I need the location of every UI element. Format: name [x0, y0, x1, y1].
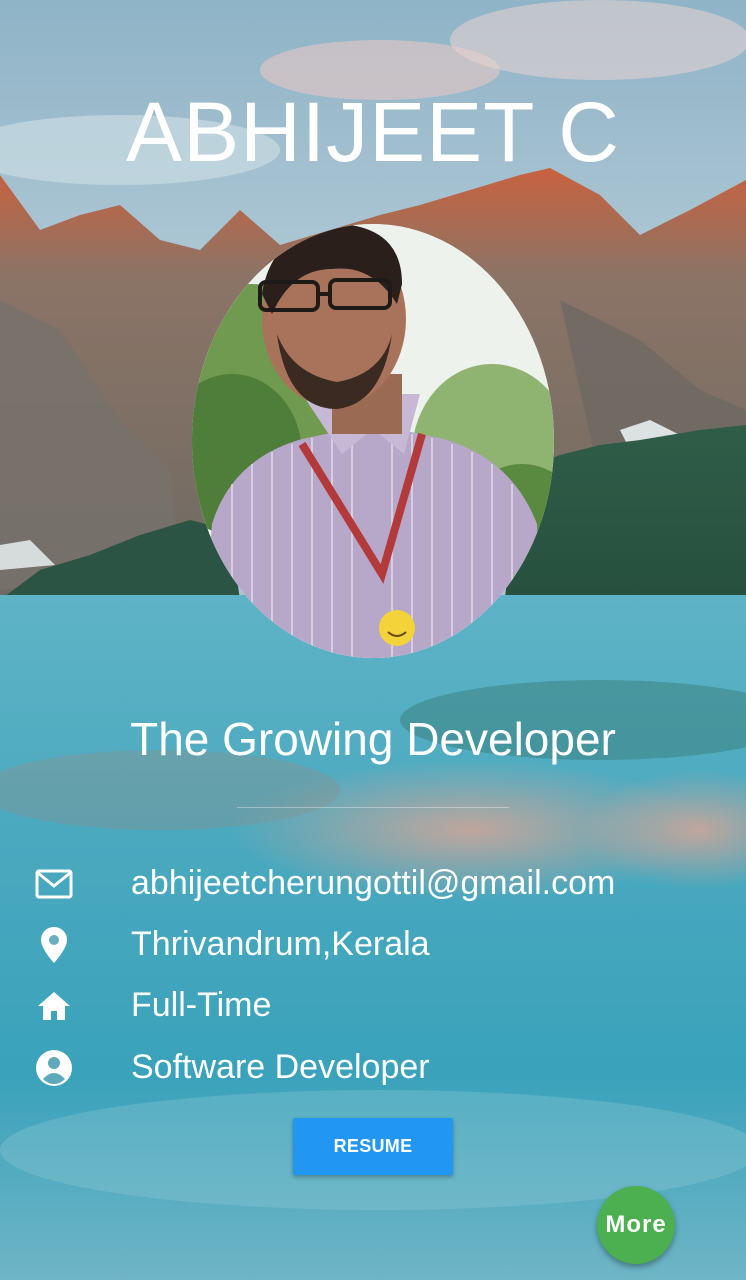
employment-type-row: Full-Time — [0, 980, 746, 1030]
home-icon — [34, 986, 74, 1026]
profile-name: ABHIJEET C — [126, 85, 620, 179]
profile-tagline: The Growing Developer — [130, 713, 616, 765]
location-pin-icon — [34, 925, 74, 965]
contact-location: Thrivandrum,Kerala — [131, 925, 430, 963]
job-role-row: Software Developer — [0, 1042, 746, 1092]
contact-location-row: Thrivandrum,Kerala — [0, 919, 746, 969]
resume-button[interactable]: RESUME — [293, 1118, 453, 1175]
account-circle-icon — [34, 1048, 74, 1088]
profile-avatar — [192, 224, 554, 658]
contact-email-row[interactable]: abhijeetcherungottil@gmail.com — [0, 858, 746, 908]
contact-email[interactable]: abhijeetcherungottil@gmail.com — [131, 858, 615, 908]
profile-photo — [192, 224, 554, 658]
employment-type: Full-Time — [131, 986, 272, 1024]
divider — [237, 807, 509, 808]
mail-icon — [34, 864, 74, 904]
job-role: Software Developer — [131, 1048, 430, 1086]
more-button[interactable]: More — [597, 1186, 675, 1264]
